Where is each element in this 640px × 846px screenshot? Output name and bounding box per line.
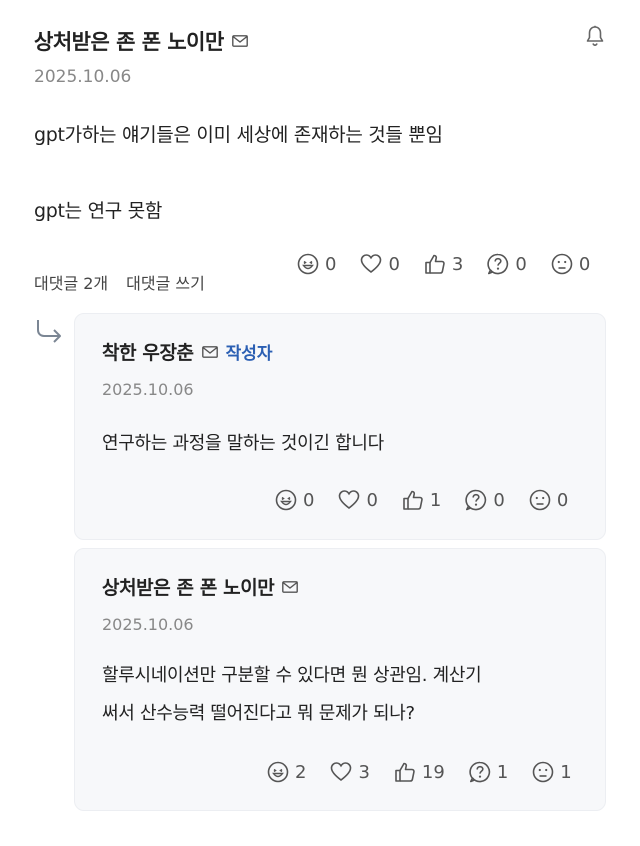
reply-text-line: 써서 산수능력 떨어진다고 뭐 문제가 되나? — [102, 703, 415, 724]
question-reaction-button[interactable]: 1 — [469, 761, 508, 783]
reply-card: 착한 우장춘 작성자 2025.10.06 연구하는 과정을 말하는 것이긴 합… — [74, 313, 606, 540]
reply-header: 착한 우장춘 작성자 — [102, 338, 273, 365]
sad-icon — [529, 489, 551, 511]
comment-author[interactable]: 상처받은 존 폰 노이만 — [34, 26, 224, 56]
reply-arrow-icon — [37, 320, 61, 343]
sad-icon — [551, 253, 573, 275]
sad-reaction-button[interactable]: 0 — [551, 253, 590, 275]
reply-text-line: 연구하는 과정을 말하는 것이긴 합니다 — [102, 433, 384, 454]
reply-date: 2025.10.06 — [102, 615, 194, 634]
laugh-icon — [267, 761, 289, 783]
laugh-count: 0 — [325, 253, 337, 275]
question-count: 1 — [496, 761, 509, 783]
heart-count: 0 — [388, 253, 400, 275]
reaction-bar: 0 0 1 0 0 — [275, 489, 568, 511]
question-icon — [487, 253, 509, 275]
heart-icon — [330, 761, 352, 783]
sad-reaction-button[interactable]: 0 — [529, 489, 568, 511]
laugh-reaction-button[interactable]: 0 — [297, 253, 336, 275]
heart-count: 0 — [366, 489, 378, 511]
author-badge: 작성자 — [225, 344, 273, 364]
heart-reaction-button[interactable]: 3 — [330, 761, 370, 783]
heart-reaction-button[interactable]: 0 — [360, 253, 400, 275]
like-reaction-button[interactable]: 1 — [402, 489, 441, 511]
laugh-icon — [297, 253, 319, 275]
laugh-reaction-button[interactable]: 0 — [275, 489, 314, 511]
heart-icon — [338, 489, 360, 511]
thumbs-up-icon — [394, 761, 416, 783]
reply-card: 상처받은 존 폰 노이만 2025.10.06 할루시네이션만 구분할 수 있다… — [74, 548, 606, 811]
reply-text-line: 할루시네이션만 구분할 수 있다면 뭔 상관임. 계산기 — [102, 665, 482, 686]
comment-text-line: gpt는 연구 못함 — [34, 200, 163, 222]
question-count: 0 — [493, 489, 505, 511]
write-reply-button[interactable]: 대댓글 쓰기 — [126, 270, 205, 294]
sad-icon — [532, 761, 554, 783]
reply-count-button[interactable]: 대댓글 2개 — [34, 270, 108, 294]
sad-count: 1 — [560, 761, 572, 783]
sad-reaction-button[interactable]: 1 — [532, 761, 572, 783]
laugh-count: 2 — [295, 761, 307, 783]
thumbs-up-icon — [424, 253, 446, 275]
sad-count: 0 — [556, 489, 569, 511]
mail-icon[interactable] — [232, 35, 248, 47]
like-reaction-button[interactable]: 3 — [424, 253, 463, 275]
question-reaction-button[interactable]: 0 — [465, 489, 505, 511]
question-icon — [469, 761, 491, 783]
like-reaction-button[interactable]: 19 — [394, 761, 445, 783]
thumbs-up-icon — [402, 489, 424, 511]
reply-header: 상처받은 존 폰 노이만 — [102, 573, 298, 600]
reply-author[interactable]: 상처받은 존 폰 노이만 — [102, 573, 275, 600]
reply-date: 2025.10.06 — [102, 380, 194, 399]
comment-header: 상처받은 존 폰 노이만 — [34, 26, 248, 56]
mail-icon[interactable] — [202, 346, 218, 358]
laugh-count: 0 — [303, 489, 315, 511]
comment-text-line: gpt가하는 얘기들은 이미 세상에 존재하는 것들 뿐임 — [34, 124, 443, 146]
laugh-icon — [275, 489, 297, 511]
question-reaction-button[interactable]: 0 — [487, 253, 527, 275]
reaction-bar: 2 3 19 1 1 — [267, 761, 572, 783]
bell-icon[interactable] — [585, 25, 605, 47]
reply-author[interactable]: 착한 우장춘 — [102, 338, 194, 365]
like-count: 3 — [451, 253, 464, 275]
laugh-reaction-button[interactable]: 2 — [267, 761, 306, 783]
heart-count: 3 — [358, 761, 370, 783]
heart-icon — [360, 253, 382, 275]
like-count: 19 — [421, 761, 445, 783]
comment-date: 2025.10.06 — [34, 67, 132, 87]
mail-icon[interactable] — [282, 581, 298, 593]
reaction-bar: 0 0 3 0 0 — [297, 253, 590, 275]
heart-reaction-button[interactable]: 0 — [338, 489, 378, 511]
sad-count: 0 — [578, 253, 591, 275]
reply-links: 대댓글 2개 대댓글 쓰기 — [34, 270, 205, 294]
like-count: 1 — [429, 489, 442, 511]
question-icon — [465, 489, 487, 511]
question-count: 0 — [515, 253, 527, 275]
